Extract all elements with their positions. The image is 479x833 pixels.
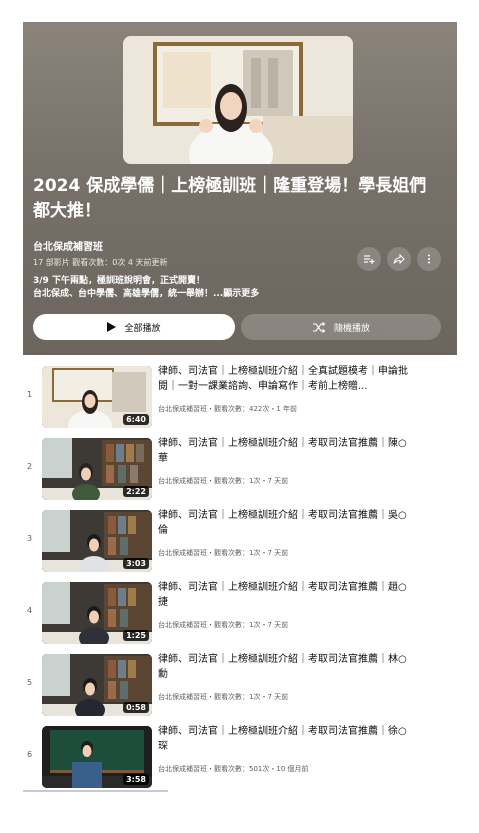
video-index: 1 (27, 390, 33, 399)
video-item[interactable]: 5 0:58 律師、司法官｜上榜極訓班介紹｜考取司法官推薦｜林○勳 台北保成補習… (23, 650, 457, 716)
video-thumbnail[interactable]: 3:03 (42, 510, 152, 572)
description-line-1: 3/9 下午兩點，極訓班說明會，正式開賣！ (33, 276, 205, 286)
description-line-2: 台北保成、台中學儒、高雄學儒，統一舉辦！...顯示更多 (33, 288, 333, 301)
video-title[interactable]: 律師、司法官｜上榜極訓班介紹｜考取司法官推薦｜陳○華 (158, 436, 408, 466)
video-meta: 台北保成補習班・觀看次數：1次・7 天前 (158, 621, 289, 629)
play-all-label: 全部播放 (124, 323, 161, 334)
video-index: 3 (27, 534, 33, 543)
playlist-add-icon (363, 253, 375, 265)
video-duration: 1:25 (123, 630, 149, 641)
shuffle-label: 隨機播放 (333, 323, 370, 334)
video-item[interactable]: 6 3:58 律師、司法官｜上榜極訓班介紹｜考取司法官推薦｜徐○琛 台北保成補習… (23, 722, 457, 788)
video-index: 6 (27, 750, 33, 759)
more-options-button[interactable] (417, 247, 441, 271)
share-button[interactable] (387, 247, 411, 271)
video-title[interactable]: 律師、司法官｜上榜極訓班介紹｜考取司法官推薦｜吳○倫 (158, 508, 408, 538)
video-meta: 台北保成補習班・觀看次數：1次・7 天前 (158, 549, 289, 557)
video-thumbnail[interactable]: 1:25 (42, 582, 152, 644)
video-item[interactable]: 2 2:22 律師、司法官｜上榜極訓班介紹｜考取司法官推薦｜陳○華 台北保成補習… (23, 434, 457, 500)
video-duration: 3:58 (123, 774, 149, 785)
video-duration: 3:03 (123, 558, 149, 569)
video-thumbnail[interactable]: 0:58 (42, 654, 152, 716)
play-all-button[interactable]: 全部播放 (33, 314, 235, 340)
video-meta: 台北保成補習班・觀看次數：501次・10 個月前 (158, 765, 309, 773)
video-duration: 6:40 (123, 414, 149, 425)
video-meta: 台北保成補習班・觀看次數：422次・1 年前 (158, 405, 298, 413)
video-title[interactable]: 律師、司法官｜上榜極訓班介紹｜考取司法官推薦｜林○勳 (158, 652, 408, 682)
show-more-link[interactable]: ...顯示更多 (213, 289, 259, 299)
video-item[interactable]: 4 1:25 律師、司法官｜上榜極訓班介紹｜考取司法官推薦｜趙○捷 台北保成補習… (23, 578, 457, 644)
play-icon (107, 322, 117, 332)
video-duration: 0:58 (123, 702, 149, 713)
video-index: 5 (27, 678, 33, 687)
share-icon (393, 253, 405, 265)
video-index: 4 (27, 606, 33, 615)
playlist-header: 2024 保成學儒｜上榜極訓班｜隆重登場！學長姐們都大推！ 台北保成補習班 17… (23, 22, 457, 355)
playlist-title: 2024 保成學儒｜上榜極訓班｜隆重登場！學長姐們都大推！ (33, 176, 427, 221)
video-meta: 台北保成補習班・觀看次數：1次・7 天前 (158, 477, 289, 485)
video-item[interactable]: 1 6:40 律師、司法官｜上榜極訓班介紹｜全真試題模考｜申論批閱｜一對一課業諮… (23, 362, 457, 428)
video-thumbnail[interactable]: 2:22 (42, 438, 152, 500)
video-thumbnail[interactable]: 6:40 (42, 366, 152, 428)
playlist-thumbnail[interactable] (123, 36, 353, 164)
video-thumbnail[interactable]: 3:58 (42, 726, 152, 788)
save-playlist-button[interactable] (357, 247, 381, 271)
shuffle-button[interactable]: 隨機播放 (241, 314, 441, 340)
video-title[interactable]: 律師、司法官｜上榜極訓班介紹｜考取司法官推薦｜徐○琛 (158, 724, 408, 754)
playlist-stats: 17 部影片 觀看次數：0次 4 天前更新 (33, 258, 168, 267)
description-text: 台北保成、台中學儒、高雄學儒，統一舉辦！ (33, 289, 214, 299)
playlist-description: 3/9 下午兩點，極訓班說明會，正式開賣！ 台北保成、台中學儒、高雄學儒，統一舉… (33, 275, 333, 301)
channel-name[interactable]: 台北保成補習班 (33, 238, 103, 253)
more-vert-icon (423, 253, 435, 265)
scroll-indicator (23, 790, 168, 792)
video-title[interactable]: 律師、司法官｜上榜極訓班介紹｜考取司法官推薦｜趙○捷 (158, 580, 408, 610)
video-meta: 台北保成補習班・觀看次數：1次・7 天前 (158, 693, 289, 701)
video-item[interactable]: 3 3:03 律師、司法官｜上榜極訓班介紹｜考取司法官推薦｜吳○倫 台北保成補習… (23, 506, 457, 572)
video-title[interactable]: 律師、司法官｜上榜極訓班介紹｜全真試題模考｜申論批閱｜一對一課業諮詢、申論寫作｜… (158, 364, 408, 394)
video-index: 2 (27, 462, 33, 471)
shuffle-icon (312, 321, 326, 333)
video-duration: 2:22 (123, 486, 149, 497)
